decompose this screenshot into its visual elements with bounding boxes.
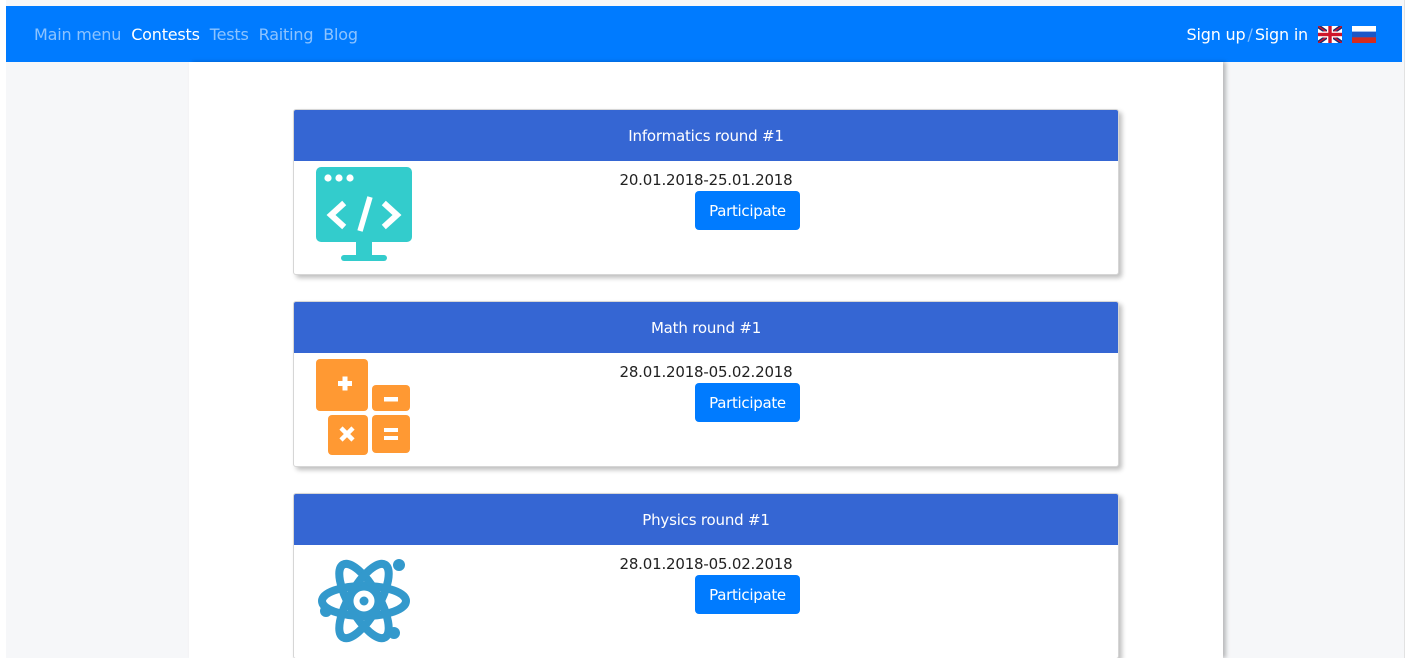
contest-title: Informatics round #1 <box>294 110 1118 161</box>
contest-card-informatics: Informatics round #1 20.01.2018-25.01.20… <box>293 109 1119 275</box>
auth-nav: Sign up / Sign in <box>1187 25 1376 44</box>
contest-body: 20.01.2018-25.01.2018 Participate <box>294 161 1118 274</box>
participate-button[interactable]: Participate <box>695 191 800 230</box>
sign-up-link[interactable]: Sign up <box>1187 25 1246 44</box>
contest-title: Math round #1 <box>294 302 1118 353</box>
nav-contests[interactable]: Contests <box>131 25 200 44</box>
nav-blog[interactable]: Blog <box>323 25 358 44</box>
nav-tests[interactable]: Tests <box>210 25 249 44</box>
contest-body: 28.01.2018-05.02.2018 Participate <box>294 353 1118 466</box>
contest-body: 28.01.2018-05.02.2018 Participate <box>294 545 1118 658</box>
contest-dates: 20.01.2018-25.01.2018 <box>619 171 793 189</box>
auth-separator: / <box>1247 24 1253 44</box>
top-navbar: Main menu Contests Tests Raiting Blog Si… <box>6 6 1402 62</box>
nav-raiting[interactable]: Raiting <box>259 25 314 44</box>
contest-card-math: Math round #1 28.01.2018-05.02.2018 Part… <box>293 301 1119 467</box>
left-edge <box>0 0 6 658</box>
contest-dates: 28.01.2018-05.02.2018 <box>619 555 793 573</box>
main-nav: Main menu Contests Tests Raiting Blog <box>34 25 358 44</box>
contest-title: Physics round #1 <box>294 494 1118 545</box>
ru-flag-icon[interactable] <box>1352 25 1376 43</box>
contest-dates: 28.01.2018-05.02.2018 <box>619 363 793 381</box>
contest-card-physics: Physics round #1 28.01.2018-05.02.2018 P… <box>293 493 1119 658</box>
sign-in-link[interactable]: Sign in <box>1255 25 1308 44</box>
nav-main-menu[interactable]: Main menu <box>34 25 121 44</box>
participate-button[interactable]: Participate <box>695 575 800 614</box>
en-flag-icon[interactable] <box>1318 25 1342 43</box>
participate-button[interactable]: Participate <box>695 383 800 422</box>
scrollbar-track[interactable] <box>1404 0 1408 658</box>
contests-panel: Informatics round #1 20.01.2018-25.01.20… <box>189 62 1223 658</box>
